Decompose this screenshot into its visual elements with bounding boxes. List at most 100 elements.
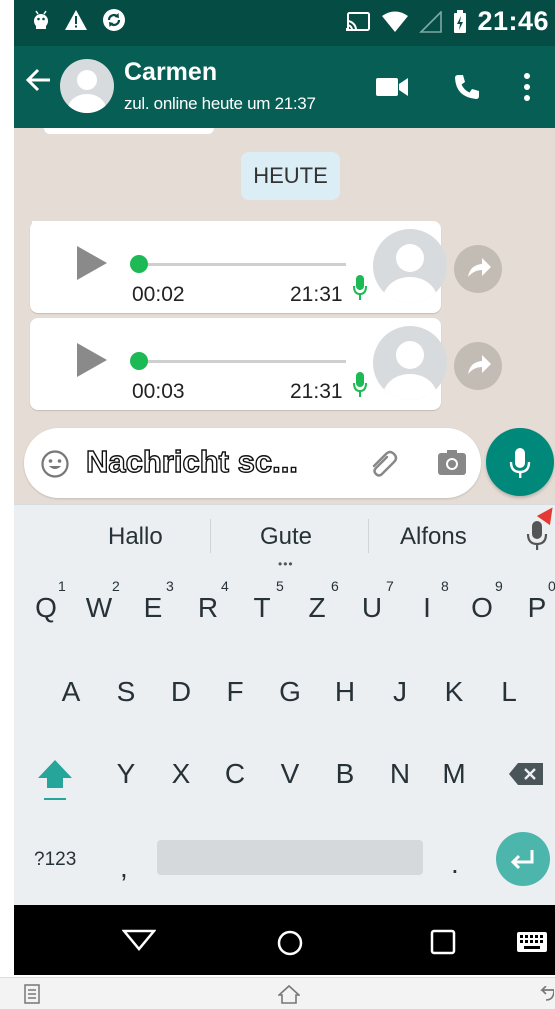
enter-key[interactable] (496, 832, 550, 886)
message-input[interactable] (86, 442, 326, 482)
suggestion-item[interactable]: Gute (260, 523, 312, 551)
forward-icon (468, 258, 491, 277)
wifi-icon (382, 11, 409, 32)
key-g[interactable]: G (270, 676, 310, 708)
key-o[interactable]: O (462, 592, 502, 624)
status-time: 21:46 (477, 6, 549, 36)
key-z[interactable]: Z (297, 592, 337, 624)
key-hint: 7 (386, 578, 394, 594)
play-icon[interactable] (77, 343, 107, 377)
last-seen-status: zul. online heute um 21:37 (124, 94, 316, 113)
record-voice-button[interactable] (486, 428, 554, 496)
video-call-icon[interactable] (376, 76, 410, 103)
signal-icon (419, 10, 443, 33)
shift-key[interactable] (36, 758, 74, 807)
mic-icon (509, 448, 531, 478)
mic-icon (353, 372, 367, 403)
key-q[interactable]: Q (26, 592, 66, 624)
more-vert-icon[interactable] (523, 72, 531, 107)
previous-message-bubble (44, 128, 214, 134)
key-m[interactable]: M (434, 758, 474, 790)
shift-icon (38, 760, 72, 800)
sync-icon (103, 9, 125, 31)
forward-button[interactable] (454, 245, 502, 293)
sender-avatar (373, 229, 447, 303)
phone-icon[interactable] (452, 72, 482, 107)
key-hint: 5 (276, 578, 284, 594)
recents-nav-icon[interactable] (430, 929, 456, 960)
forward-icon (468, 355, 491, 374)
key-hint: 6 (331, 578, 339, 594)
key-f[interactable]: F (215, 676, 255, 708)
contact-avatar[interactable] (60, 59, 114, 113)
enter-icon (510, 850, 534, 870)
key-k[interactable]: K (434, 676, 474, 708)
audio-progress-handle[interactable] (130, 255, 148, 273)
key-p[interactable]: P (517, 592, 555, 624)
key-hint: 4 (221, 578, 229, 594)
space-key[interactable] (157, 840, 423, 875)
key-hint: 8 (441, 578, 449, 594)
backspace-key[interactable] (508, 762, 544, 791)
audio-progress-handle[interactable] (130, 352, 148, 370)
suggestion-item[interactable]: Hallo (108, 523, 163, 551)
suggestion-item[interactable]: Alfons (400, 523, 467, 551)
keyboard-switch-icon[interactable] (516, 931, 548, 958)
key-h[interactable]: H (325, 676, 365, 708)
key-t[interactable]: T (242, 592, 282, 624)
audio-progress-track[interactable] (140, 360, 346, 363)
phone-screen: 21:46 Carmen zul. online heute um 21:37 … (14, 0, 555, 975)
date-divider: HEUTE (241, 152, 340, 200)
key-e[interactable]: E (133, 592, 173, 624)
key-c[interactable]: C (215, 758, 255, 790)
key-r[interactable]: R (188, 592, 228, 624)
message-time: 21:31 (290, 283, 343, 306)
camera-icon[interactable] (436, 449, 468, 482)
key-d[interactable]: D (161, 676, 201, 708)
voice-input-icon[interactable] (526, 520, 548, 557)
play-icon[interactable] (77, 246, 107, 280)
warning-icon (65, 10, 87, 30)
key-u[interactable]: U (352, 592, 392, 624)
voice-message: 00:02 21:31 (30, 221, 447, 313)
back-nav-icon[interactable] (121, 929, 157, 956)
status-bar: 21:46 (14, 0, 555, 46)
emoji-icon[interactable] (40, 449, 70, 484)
key-hint: 3 (166, 578, 174, 594)
sender-avatar (373, 326, 447, 400)
forward-button[interactable] (454, 342, 502, 390)
key-hint: 9 (495, 578, 503, 594)
menu-icon[interactable] (24, 984, 40, 1009)
key-hint: 0 (548, 578, 555, 594)
key-i[interactable]: I (407, 592, 447, 624)
attach-icon[interactable] (368, 448, 400, 483)
key-w[interactable]: W (79, 592, 119, 624)
key-s[interactable]: S (106, 676, 146, 708)
chat-header: Carmen zul. online heute um 21:37 (14, 46, 555, 128)
contact-name[interactable]: Carmen (124, 58, 217, 87)
key-hint: 1 (58, 578, 66, 594)
key-b[interactable]: B (325, 758, 365, 790)
voice-message: 00:03 21:31 (30, 318, 447, 410)
key-l[interactable]: L (489, 676, 529, 708)
home-nav-icon[interactable] (276, 929, 304, 962)
voice-duration: 00:02 (132, 283, 185, 306)
voice-duration: 00:03 (132, 380, 185, 403)
host-bottom-bar (0, 977, 555, 1009)
key-j[interactable]: J (380, 676, 420, 708)
key-a[interactable]: A (51, 676, 91, 708)
audio-progress-track[interactable] (140, 263, 346, 266)
back-icon[interactable] (538, 985, 555, 1007)
key-y[interactable]: Y (106, 758, 146, 790)
bubble-tail (32, 221, 46, 235)
cast-icon (346, 11, 371, 31)
home-icon[interactable] (276, 984, 302, 1009)
key-n[interactable]: N (380, 758, 420, 790)
message-composer (24, 428, 481, 498)
period-key[interactable]: . (451, 848, 459, 880)
key-x[interactable]: X (161, 758, 201, 790)
symbols-key[interactable]: ?123 (34, 849, 76, 871)
back-arrow-icon[interactable] (24, 66, 52, 100)
comma-key[interactable]: , (120, 852, 128, 884)
key-v[interactable]: V (270, 758, 310, 790)
